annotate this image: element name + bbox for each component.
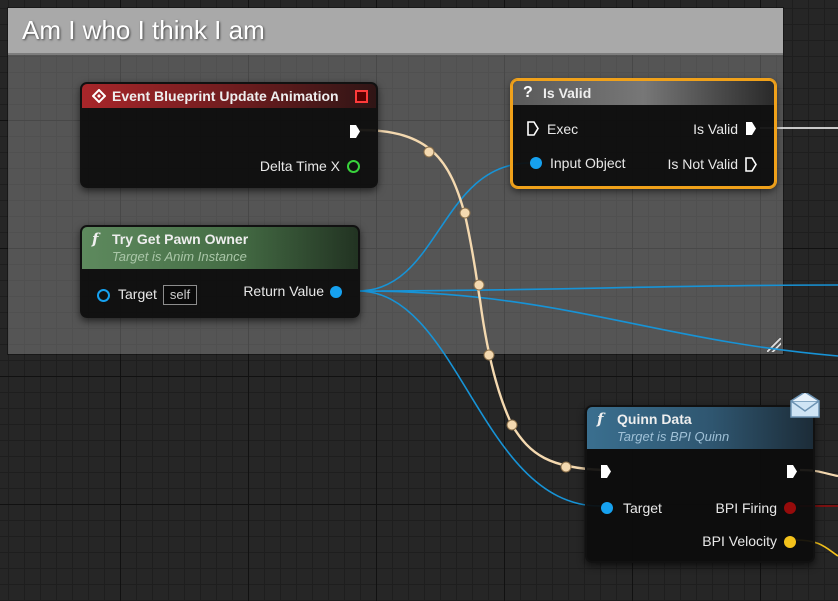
quinn-target-label: Target: [623, 500, 662, 516]
pawn-owner-node-title: Try Get Pawn Owner: [112, 231, 249, 247]
target-self-field[interactable]: self: [162, 285, 198, 306]
target-label: Target: [118, 286, 157, 302]
bpi-firing-label: BPI Firing: [715, 500, 777, 516]
event-update-animation-node[interactable]: Event Blueprint Update Animation Delta T…: [80, 82, 378, 188]
exec-row: Exec: [547, 119, 578, 139]
envelope-icon: [789, 391, 821, 422]
bpi-firing-pin[interactable]: [784, 502, 796, 514]
is-valid-output-row: Is Valid: [693, 119, 738, 139]
input-object-row: Input Object: [550, 153, 626, 173]
bpi-velocity-pin[interactable]: [784, 536, 796, 548]
exec-reroute-dot: [423, 146, 435, 158]
is-valid-node-header[interactable]: ? Is Valid: [513, 81, 774, 105]
target-input-pin[interactable]: [97, 289, 110, 302]
event-node-header[interactable]: Event Blueprint Update Animation: [82, 84, 376, 108]
bpi-firing-row: BPI Firing: [716, 498, 777, 518]
question-mark-icon: ?: [523, 84, 533, 101]
return-value-row: Return Value: [243, 281, 324, 301]
is-valid-exec-output-pin[interactable]: [746, 122, 756, 135]
is-valid-output-label: Is Valid: [693, 121, 738, 137]
quinn-exec-input-pin[interactable]: [601, 465, 611, 478]
exec-reroute-dot: [483, 349, 495, 361]
exec-wire-reroute-dots: [423, 146, 572, 473]
function-f-icon: f: [597, 410, 604, 428]
return-value-pin[interactable]: [330, 286, 342, 298]
exec-reroute-dot: [506, 419, 518, 431]
exec-label: Exec: [547, 121, 579, 137]
exec-output-pin[interactable]: [350, 125, 360, 138]
try-get-pawn-owner-node[interactable]: f Try Get Pawn Owner Target is Anim Inst…: [80, 225, 360, 318]
quinn-data-node-title: Quinn Data: [617, 411, 692, 427]
bpi-velocity-label: BPI Velocity: [702, 533, 777, 549]
quinn-data-node-subtitle: Target is BPI Quinn: [617, 429, 730, 444]
return-value-label: Return Value: [243, 283, 324, 299]
exec-reroute-dot: [560, 461, 572, 473]
wire-return-offscreen-1: [357, 284, 838, 292]
delta-time-label: Delta Time X: [259, 158, 340, 174]
is-not-valid-row: Is Not Valid: [667, 154, 738, 174]
quinn-target-row: Target: [623, 498, 662, 518]
wire-return-to-input-object: [357, 162, 531, 292]
pawn-owner-node-subtitle: Target is Anim Instance: [112, 249, 247, 264]
quinn-target-pin[interactable]: [601, 502, 613, 514]
event-node-title: Event Blueprint Update Animation: [112, 88, 339, 104]
quinn-data-node[interactable]: f Quinn Data Target is BPI Quinn Target …: [585, 391, 820, 563]
target-row: Target self: [118, 284, 198, 306]
quinn-data-node-header[interactable]: f Quinn Data Target is BPI Quinn: [587, 407, 813, 449]
quinn-exec-output-pin[interactable]: [787, 465, 797, 478]
is-valid-node[interactable]: ? Is Valid Exec Is Valid Input Object Is…: [511, 79, 776, 188]
is-valid-node-title: Is Valid: [543, 85, 592, 101]
input-object-pin[interactable]: [530, 157, 542, 169]
stop-icon: [355, 90, 368, 103]
is-not-valid-exec-output-pin[interactable]: [745, 157, 757, 172]
exec-input-pin[interactable]: [527, 121, 539, 136]
exec-reroute-dot: [473, 279, 485, 291]
function-f-icon: f: [92, 230, 99, 248]
pawn-owner-node-header[interactable]: f Try Get Pawn Owner Target is Anim Inst…: [82, 227, 358, 269]
diamond-event-icon: [91, 84, 107, 111]
delta-time-row: Delta Time X: [260, 156, 340, 176]
input-object-label: Input Object: [550, 155, 626, 171]
is-not-valid-label: Is Not Valid: [667, 156, 738, 172]
exec-reroute-dot: [459, 207, 471, 219]
bpi-velocity-row: BPI Velocity: [702, 531, 777, 551]
wire-return-to-target: [357, 290, 601, 507]
wire-return-offscreen-2: [357, 290, 838, 357]
delta-time-pin[interactable]: [347, 160, 360, 173]
